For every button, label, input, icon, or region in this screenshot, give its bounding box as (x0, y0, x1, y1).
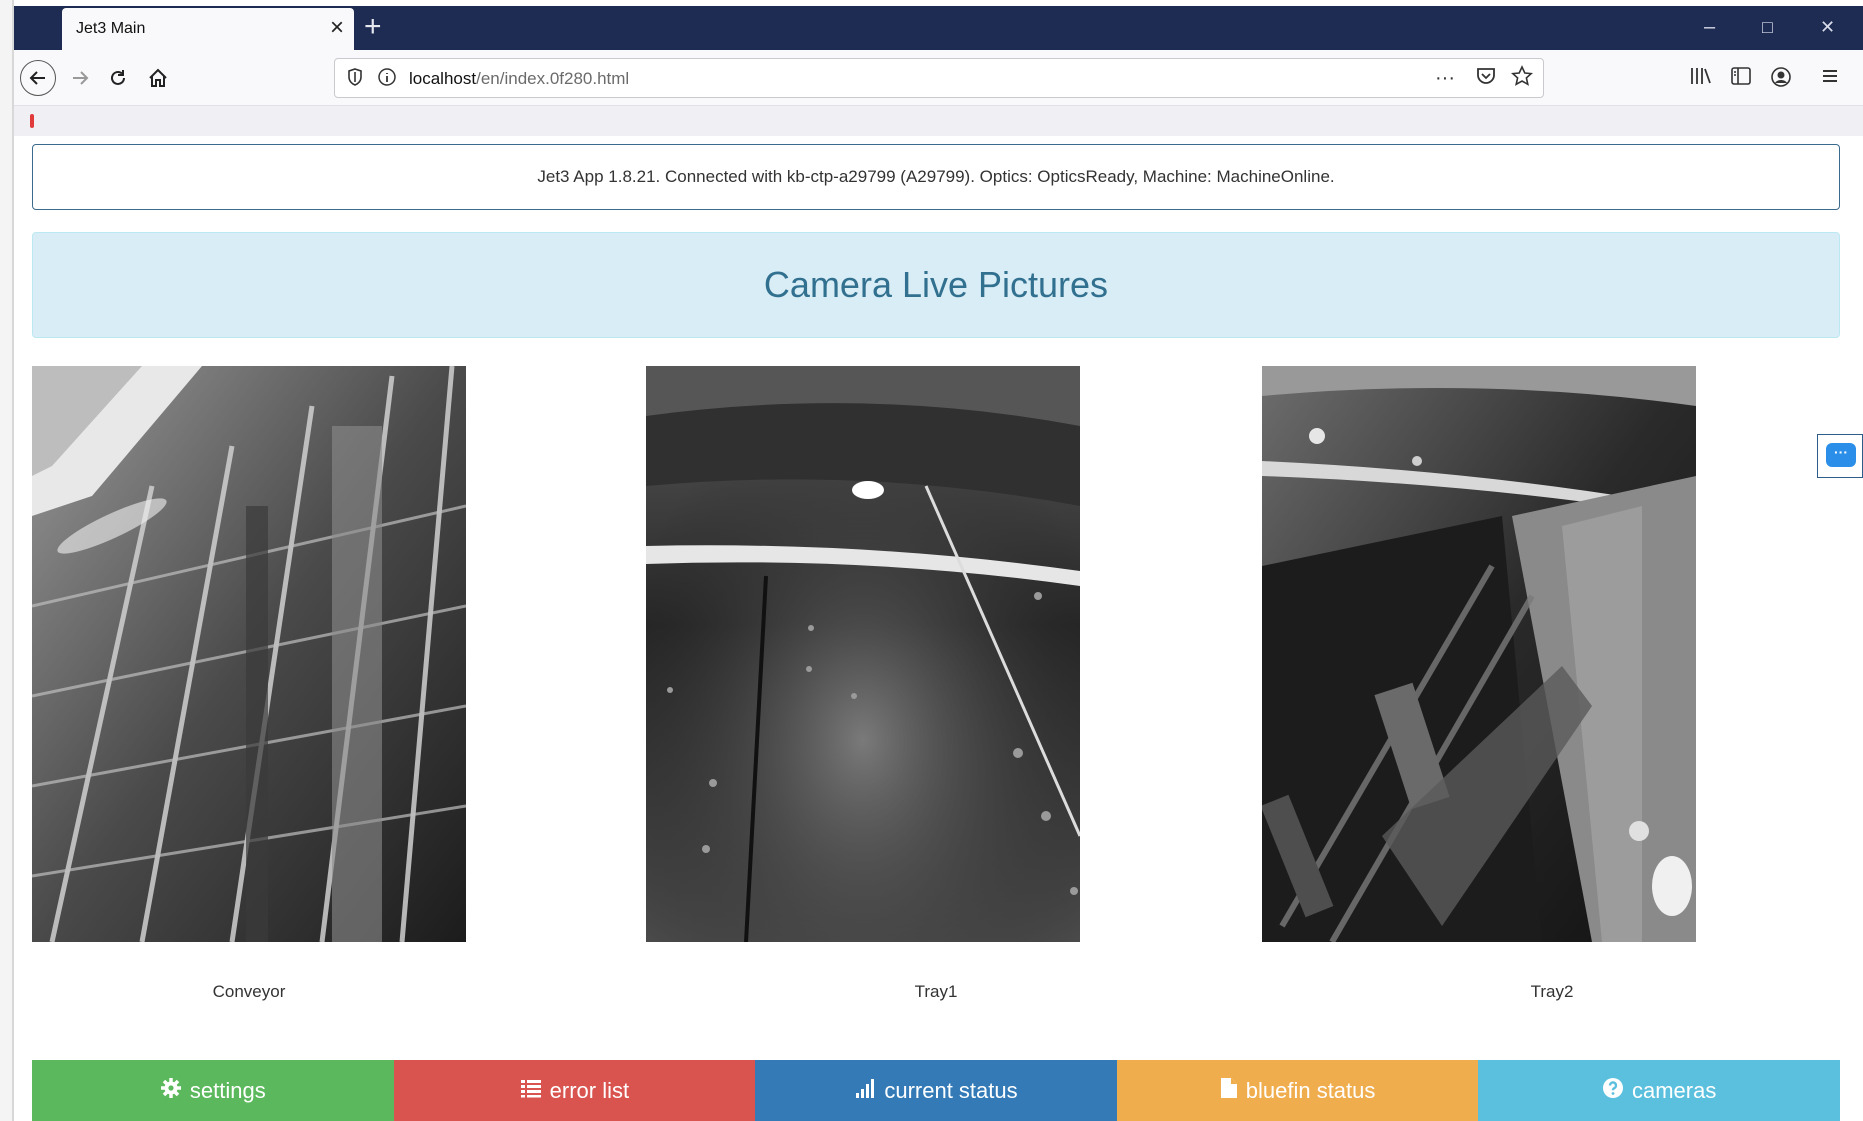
settings-button[interactable]: settings (32, 1060, 394, 1121)
settings-label: settings (189, 1077, 266, 1103)
url-host: localhost (409, 69, 477, 88)
bookmarks-toolbar (14, 106, 1863, 136)
sidebar-icon[interactable] (1730, 66, 1752, 92)
home-icon (149, 68, 167, 87)
reload-button[interactable] (100, 60, 136, 96)
minimize-button[interactable]: – (1704, 14, 1715, 40)
close-window-button[interactable]: ✕ (1820, 14, 1835, 40)
question-circle-icon (1602, 1077, 1624, 1105)
account-icon[interactable] (1770, 66, 1792, 94)
camera-image-conveyor[interactable] (32, 366, 466, 942)
new-tab-button[interactable]: + (364, 10, 382, 44)
signal-bars-icon (854, 1077, 876, 1105)
cameras-button[interactable]: cameras (1478, 1060, 1840, 1121)
reload-icon (111, 70, 125, 85)
maximize-button[interactable]: □ (1762, 14, 1773, 40)
camera-image-tray1[interactable] (646, 366, 1080, 942)
error-list-label: error list (549, 1077, 630, 1103)
pocket-icon[interactable] (1475, 65, 1497, 93)
tab-title: Jet3 Main (76, 20, 146, 37)
current-status-button[interactable]: current status (755, 1060, 1117, 1121)
chat-bubble-icon: ··· (1826, 443, 1856, 467)
forward-button[interactable] (62, 60, 98, 96)
camera-banner: Camera Live Pictures (32, 232, 1840, 338)
error-list-button[interactable]: error list (393, 1060, 756, 1121)
navigation-toolbar: localhost/en/index.0f280.html ··· (14, 50, 1863, 106)
address-bar[interactable]: localhost/en/index.0f280.html ··· (334, 58, 1544, 98)
camera-image-tray2[interactable] (1262, 366, 1696, 942)
cameras-label: cameras (1631, 1077, 1717, 1103)
background-window-edge (0, 0, 14, 1121)
list-icon (520, 1078, 542, 1104)
library-icon[interactable] (1690, 66, 1712, 92)
bookmark-star-icon[interactable] (1510, 65, 1534, 93)
tab-jet3-main[interactable]: Jet3 Main × (62, 8, 354, 50)
chat-button[interactable]: ··· (1817, 434, 1863, 478)
info-icon[interactable] (377, 67, 397, 92)
shield-icon[interactable] (347, 67, 363, 92)
bluefin-status-label: bluefin status (1245, 1077, 1376, 1103)
url-text[interactable]: localhost/en/index.0f280.html (409, 69, 629, 89)
page-title: Camera Live Pictures (763, 264, 1109, 305)
arrow-right-icon (73, 71, 89, 85)
camera-label-tray2: Tray2 (1530, 982, 1574, 1001)
connection-status-panel: Jet3 App 1.8.21. Connected with kb-ctp-a… (32, 144, 1840, 210)
action-button-bar: settings error list current status bluef… (32, 1060, 1840, 1121)
page-content: Jet3 App 1.8.21. Connected with kb-ctp-a… (14, 136, 1863, 1121)
tab-close-icon[interactable]: × (330, 14, 344, 42)
bookmark-favicon-icon[interactable] (30, 114, 34, 128)
menu-icon[interactable] (1820, 66, 1840, 92)
tab-strip: Jet3 Main × + – □ ✕ (14, 6, 1863, 50)
current-status-label: current status (884, 1077, 1018, 1103)
document-icon (1220, 1077, 1238, 1105)
browser-window: Jet3 Main × + – □ ✕ localhost/en/index.0… (14, 6, 1863, 1121)
arrow-left-icon (29, 71, 45, 85)
gear-icon (160, 1077, 182, 1105)
home-button[interactable] (140, 60, 176, 96)
url-path: /en/index.0f280.html (476, 69, 630, 88)
connection-status-text: Jet3 App 1.8.21. Connected with kb-ctp-a… (537, 167, 1335, 186)
page-actions-icon[interactable]: ··· (1435, 67, 1455, 90)
camera-label-conveyor: Conveyor (212, 982, 286, 1001)
back-button[interactable] (20, 60, 56, 96)
camera-label-tray1: Tray1 (914, 982, 958, 1001)
bluefin-status-button[interactable]: bluefin status (1116, 1060, 1479, 1121)
